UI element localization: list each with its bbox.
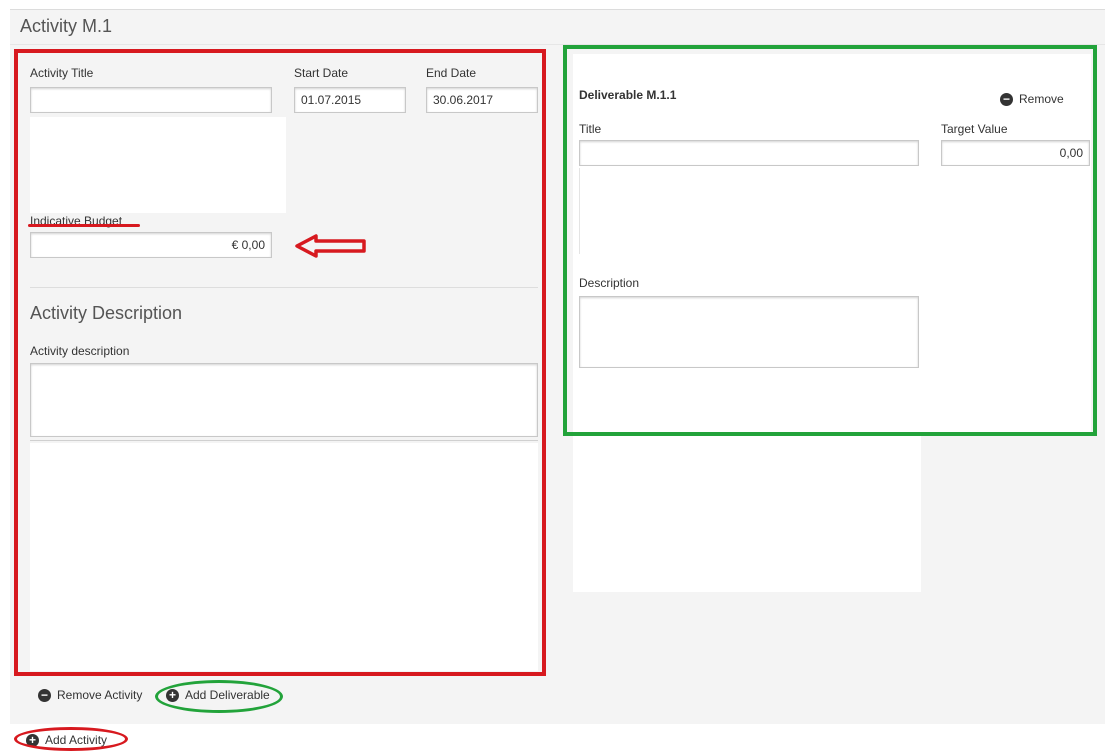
activity-header: Activity M.1 bbox=[20, 16, 113, 36]
remove-activity-label: Remove Activity bbox=[57, 688, 143, 702]
add-deliverable-highlight-ellipse bbox=[155, 680, 283, 713]
add-activity-highlight-ellipse bbox=[14, 727, 128, 751]
remove-activity-button[interactable]: − Remove Activity bbox=[38, 688, 142, 702]
deliverable-card-extension bbox=[573, 430, 921, 592]
minus-circle-icon: − bbox=[38, 688, 51, 702]
deliverable-highlight-box bbox=[563, 45, 1097, 436]
activity-highlight-box bbox=[14, 49, 546, 676]
